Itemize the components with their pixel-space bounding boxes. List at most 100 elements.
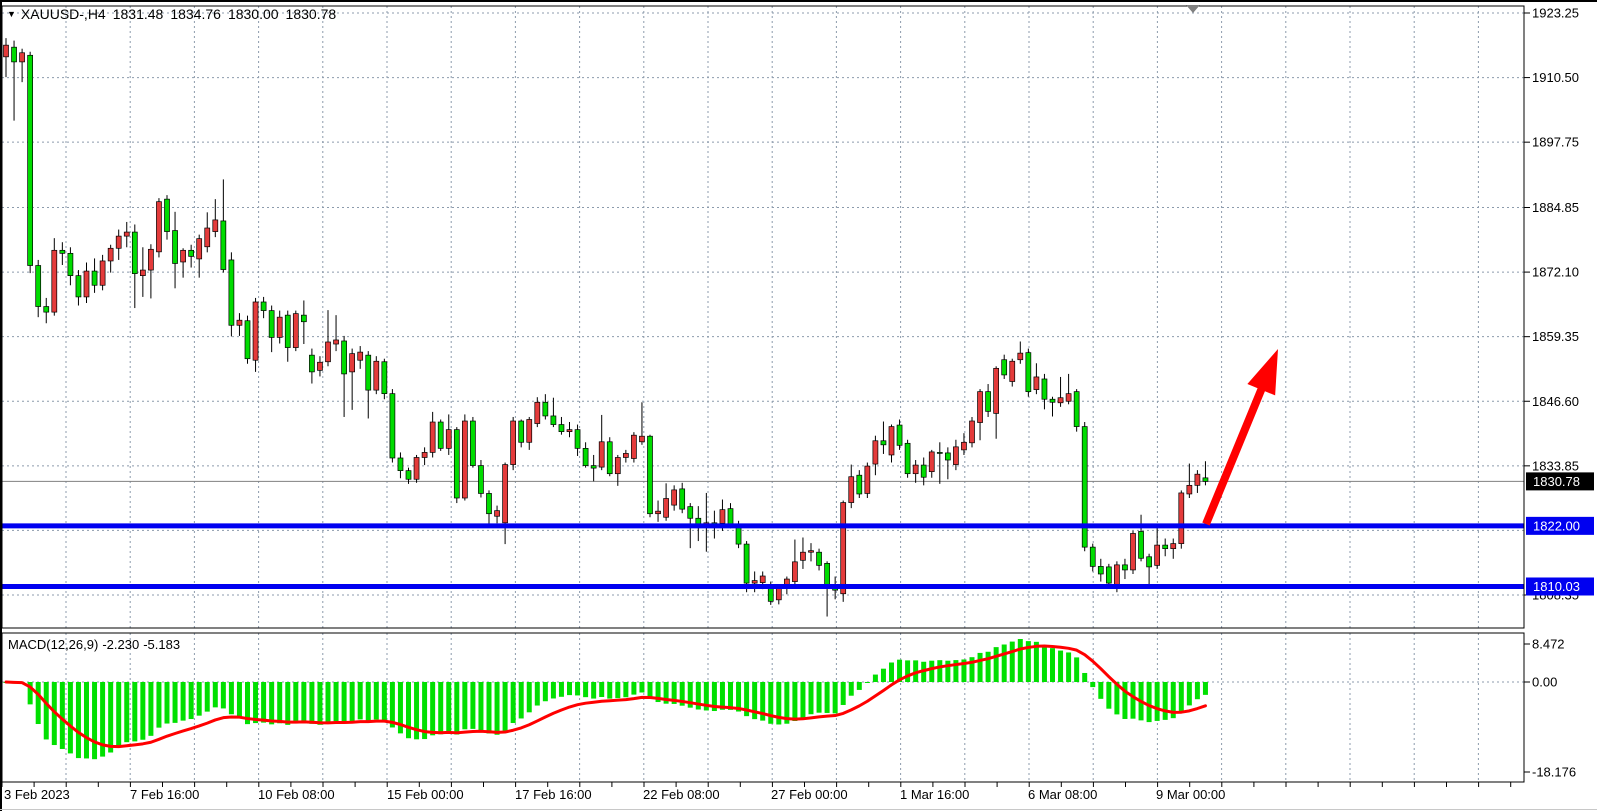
- macd-histogram-bar: [1203, 682, 1208, 695]
- macd-histogram-bar: [148, 682, 153, 736]
- candle: [1098, 566, 1103, 574]
- macd-histogram-bar: [430, 682, 435, 735]
- candle: [937, 452, 942, 453]
- candle: [631, 435, 636, 458]
- candle: [503, 465, 508, 523]
- candle: [664, 499, 669, 518]
- macd-histogram-bar: [1074, 657, 1079, 682]
- candle: [591, 466, 596, 469]
- candle: [76, 276, 81, 297]
- price-axis-label: 1872.10: [1532, 265, 1579, 280]
- macd-histogram-bar: [591, 682, 596, 699]
- macd-histogram-bar: [817, 682, 822, 713]
- candle: [446, 430, 451, 449]
- macd-histogram-bar: [1082, 673, 1087, 682]
- macd-histogram-bar: [406, 682, 411, 738]
- candle: [293, 314, 298, 348]
- candle: [478, 466, 483, 494]
- time-axis-label: 1 Mar 16:00: [900, 787, 969, 802]
- candle: [945, 453, 950, 460]
- macd-histogram-bar: [382, 682, 387, 721]
- candle: [1155, 545, 1160, 565]
- macd-histogram-bar: [1163, 682, 1168, 720]
- macd-histogram-bar: [181, 682, 186, 721]
- macd-histogram-bar: [487, 682, 492, 733]
- macd-histogram-bar: [873, 675, 878, 682]
- macd-histogram-bar: [269, 682, 274, 724]
- candle: [744, 544, 749, 583]
- candle: [229, 260, 234, 325]
- candle: [986, 392, 991, 412]
- macd-histogram-bar: [1058, 651, 1063, 682]
- macd-histogram-bar: [639, 682, 644, 693]
- candle: [511, 421, 516, 465]
- candle: [326, 342, 331, 362]
- candle: [309, 355, 314, 372]
- current-price-badge: 1830.78: [1533, 474, 1580, 489]
- candle: [140, 270, 145, 276]
- macd-histogram-bar: [1187, 682, 1192, 705]
- candle: [1114, 565, 1119, 585]
- candle: [245, 321, 250, 359]
- candle: [551, 416, 556, 425]
- candle: [205, 228, 210, 247]
- macd-histogram-bar: [841, 682, 846, 705]
- macd-histogram-bar: [197, 682, 202, 716]
- macd-axis-label: 0.00: [1532, 675, 1557, 690]
- macd-axis-label: 8.472: [1532, 637, 1565, 652]
- candle: [776, 588, 781, 600]
- symbol-dropdown-icon[interactable]: ▼: [7, 9, 16, 19]
- macd-histogram-bar: [326, 682, 331, 723]
- candle: [60, 250, 65, 253]
- candle: [173, 231, 178, 264]
- candle: [527, 419, 532, 442]
- macd-histogram-bar: [317, 682, 322, 725]
- symbol-timeframe-label: XAUUSD-,H4: [21, 6, 106, 22]
- macd-histogram-bar: [849, 682, 854, 696]
- candle: [760, 576, 765, 583]
- time-axis-label: 9 Mar 00:00: [1156, 787, 1225, 802]
- macd-histogram-bar: [994, 647, 999, 682]
- macd-histogram-bar: [253, 682, 258, 723]
- chart-shift-icon[interactable]: [1186, 5, 1200, 13]
- macd-histogram-bar: [833, 682, 838, 713]
- candle: [583, 448, 588, 465]
- candle: [567, 430, 572, 432]
- macd-histogram-bar: [825, 682, 830, 713]
- chart-canvas[interactable]: 1923.251910.501897.751884.851872.101859.…: [0, 0, 1597, 811]
- candle: [92, 271, 97, 285]
- macd-histogram-bar: [470, 682, 475, 729]
- candle: [108, 248, 113, 261]
- candles-layer: [4, 38, 1208, 616]
- macd-histogram-bar: [503, 682, 508, 731]
- macd-histogram-bar: [358, 682, 363, 719]
- macd-histogram-bar: [285, 682, 290, 725]
- candle: [873, 441, 878, 464]
- candle: [857, 475, 862, 494]
- macd-histogram-bar: [648, 682, 653, 698]
- macd-histogram-bar: [929, 661, 934, 682]
- candle: [1042, 379, 1047, 399]
- macd-histogram-bar: [1090, 682, 1095, 687]
- macd-histogram-bar: [535, 682, 540, 706]
- chart-title: ▼XAUUSD-,H41831.481834.761830.001830.78: [7, 6, 336, 22]
- macd-histogram-bar: [1179, 682, 1184, 712]
- candle: [382, 362, 387, 394]
- candle: [728, 509, 733, 525]
- chart-window: 1923.251910.501897.751884.851872.101859.…: [0, 0, 1597, 811]
- macd-histogram-bar: [567, 682, 572, 695]
- macd-signal-line: [6, 646, 1205, 747]
- macd-histogram-bar: [881, 669, 886, 682]
- price-axis-label: 1923.25: [1532, 6, 1579, 21]
- candle: [4, 45, 9, 57]
- candle: [1074, 392, 1079, 427]
- macd-histogram-bar: [945, 661, 950, 682]
- macd-histogram-bar: [438, 682, 443, 734]
- candle: [495, 511, 500, 517]
- candle: [905, 443, 910, 473]
- candle: [929, 452, 934, 472]
- candle: [615, 457, 620, 473]
- candle: [792, 562, 797, 582]
- trend-arrow-head[interactable]: [1247, 349, 1278, 395]
- trend-arrow-shaft[interactable]: [1206, 384, 1264, 524]
